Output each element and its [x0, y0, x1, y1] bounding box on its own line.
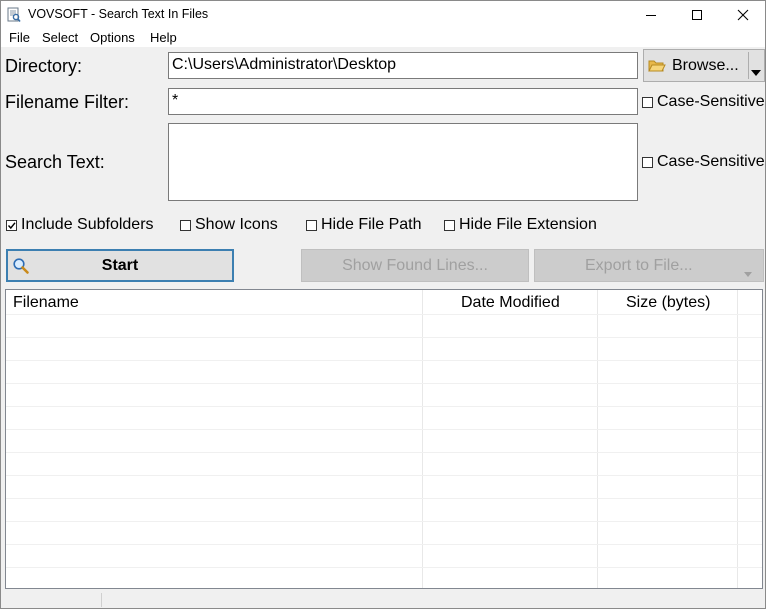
checkbox-label: Include Subfolders — [21, 216, 154, 233]
filename-filter-label: Filename Filter: — [5, 92, 130, 112]
checkbox-label: Show Icons — [195, 216, 278, 233]
chevron-down-icon — [744, 272, 752, 277]
maximize-button[interactable] — [674, 1, 720, 29]
checkbox-label: Case-Sensitive — [657, 153, 765, 170]
hide-file-extension-checkbox[interactable]: Hide File Extension — [444, 216, 597, 234]
close-button[interactable] — [720, 1, 765, 29]
status-bar — [1, 591, 765, 608]
browse-button[interactable]: Browse... — [643, 49, 765, 82]
checkbox-label: Hide File Extension — [459, 216, 597, 233]
show-found-lines-button[interactable]: Show Found Lines... — [301, 249, 529, 282]
chevron-down-icon — [751, 70, 761, 76]
checkbox-label: Case-Sensitive — [657, 93, 765, 110]
start-button[interactable]: Start — [6, 249, 234, 282]
browse-dropdown-divider — [748, 52, 749, 79]
minimize-icon — [646, 15, 656, 16]
show-found-lines-label: Show Found Lines... — [342, 257, 488, 274]
checkbox-box — [6, 219, 17, 231]
title-bar: VOVSOFT - Search Text In Files — [1, 1, 765, 29]
start-label: Start — [101, 257, 139, 274]
window-title: VOVSOFT - Search Text In Files — [28, 7, 209, 21]
close-icon — [737, 9, 749, 21]
filename-filter-input[interactable]: * — [168, 88, 638, 115]
export-to-file-label: Export to File... — [585, 257, 693, 274]
checkbox-box — [642, 96, 653, 108]
results-table[interactable]: Filename Date Modified Size (bytes) — [5, 289, 763, 589]
directory-input[interactable]: C:\Users\Administrator\Desktop — [168, 52, 638, 79]
include-subfolders-checkbox[interactable]: Include Subfolders — [6, 216, 154, 234]
browse-label: Browse... — [672, 57, 739, 74]
checkbox-box — [444, 219, 455, 231]
menu-select[interactable]: Select — [42, 30, 78, 45]
minimize-button[interactable] — [628, 1, 674, 29]
menu-options[interactable]: Options — [90, 30, 135, 45]
menu-help[interactable]: Help — [150, 30, 177, 45]
app-window: VOVSOFT - Search Text In Files File Sele… — [0, 0, 766, 609]
checkbox-box — [180, 219, 191, 231]
search-text-input[interactable] — [168, 123, 638, 201]
checkbox-box — [642, 156, 653, 168]
status-bar-divider — [101, 593, 102, 607]
case-sensitive-search-checkbox[interactable]: Case-Sensitive — [642, 153, 765, 171]
menu-file[interactable]: File — [9, 30, 30, 45]
case-sensitive-filter-checkbox[interactable]: Case-Sensitive — [642, 93, 765, 111]
checkmark-icon — [7, 221, 16, 229]
checkbox-box — [306, 219, 317, 231]
hide-file-path-checkbox[interactable]: Hide File Path — [306, 216, 422, 234]
directory-label: Directory: — [5, 56, 83, 76]
show-icons-checkbox[interactable]: Show Icons — [180, 216, 278, 234]
menu-bar: File Select Options Help — [1, 29, 765, 47]
grid-lines — [6, 290, 762, 588]
maximize-icon — [692, 10, 702, 20]
folder-icon — [648, 59, 666, 78]
browse-dropdown-arrow[interactable] — [751, 63, 761, 81]
checkbox-label: Hide File Path — [321, 216, 422, 233]
export-to-file-button[interactable]: Export to File... — [534, 249, 764, 282]
search-text-label: Search Text: — [5, 152, 105, 172]
app-icon — [7, 7, 21, 23]
export-dropdown-arrow[interactable] — [744, 264, 752, 282]
